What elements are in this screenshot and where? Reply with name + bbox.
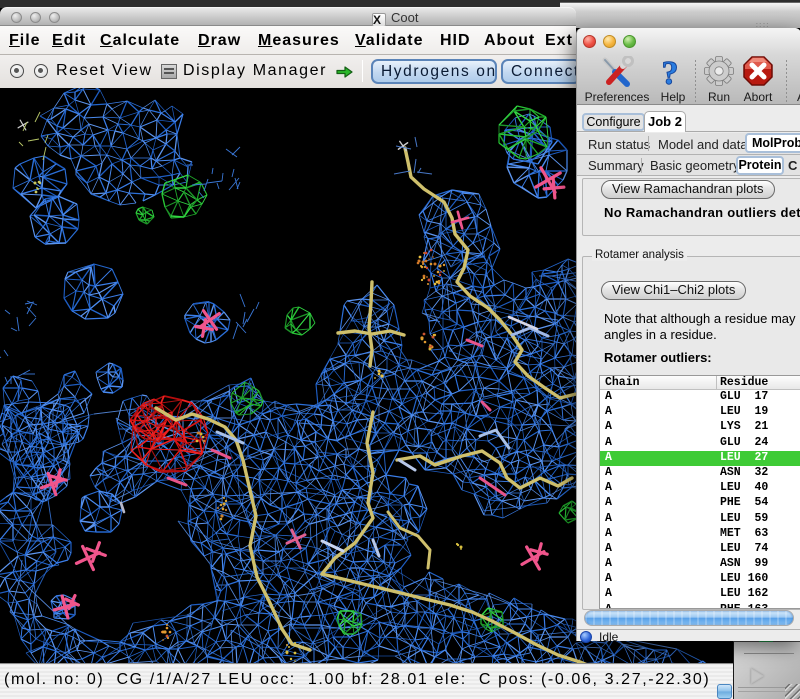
svg-text:?: ? <box>662 56 679 90</box>
